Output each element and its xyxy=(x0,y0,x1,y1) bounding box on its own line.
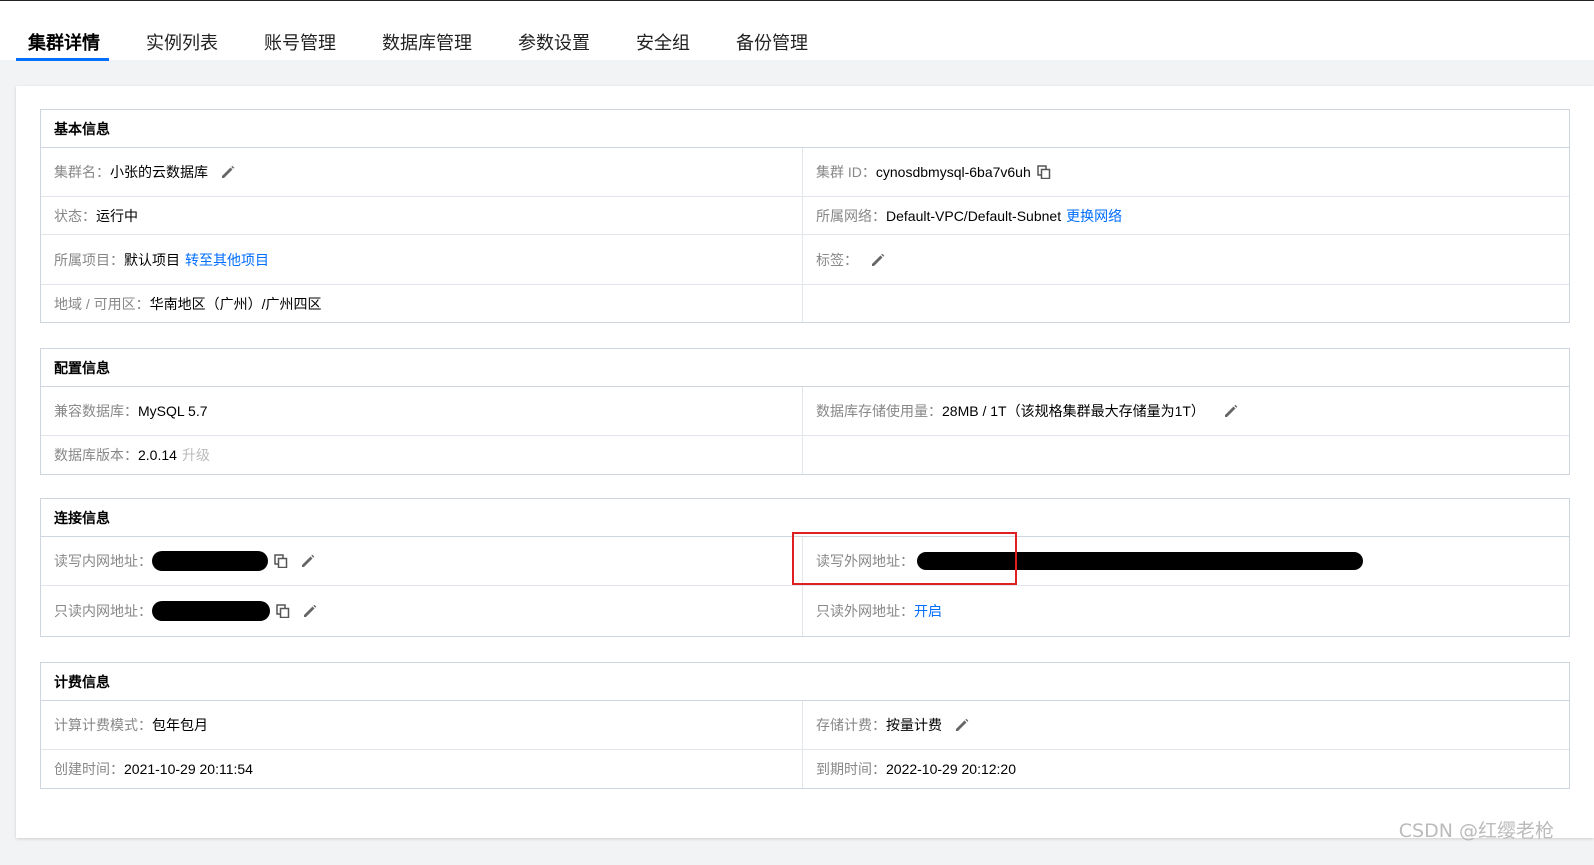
tab-backup-management[interactable]: 备份管理 xyxy=(736,29,808,55)
field-label: 所属项目： xyxy=(54,251,124,268)
tab-account-management[interactable]: 账号管理 xyxy=(264,29,336,55)
pencil-icon[interactable] xyxy=(870,252,886,268)
pencil-icon[interactable] xyxy=(1223,403,1239,419)
network-cell: 所属网络： Default-VPC/Default-Subnet 更换网络 xyxy=(803,197,1571,234)
section-title: 基本信息 xyxy=(41,110,1569,148)
redacted-value xyxy=(152,551,268,571)
pencil-icon[interactable] xyxy=(300,553,316,569)
field-label: 集群名： xyxy=(54,164,110,180)
tab-database-management[interactable]: 数据库管理 xyxy=(382,29,472,55)
cluster-id-cell: 集群 ID： cynosdbmysql-6ba7v6uh xyxy=(803,148,1571,196)
watermark: CSDN @红缨老枪 xyxy=(1398,820,1554,842)
move-project-link[interactable]: 转至其他项目 xyxy=(185,250,269,270)
tags-cell: 标签： xyxy=(803,235,1571,284)
upgrade-link[interactable]: 升级 xyxy=(182,445,210,465)
detail-panel: 基本信息 集群名： 小张的云数据库 集群 ID： cynosdbmysql-6b… xyxy=(16,86,1594,838)
created-time-value: 2021-10-29 20:11:54 xyxy=(124,761,253,777)
db-version-cell: 数据库版本： 2.0.14 升级 xyxy=(41,436,803,474)
tab-security-group[interactable]: 安全组 xyxy=(636,29,690,55)
field-label: 计算计费模式： xyxy=(54,717,152,733)
copy-icon[interactable] xyxy=(1037,165,1051,180)
pencil-icon[interactable] xyxy=(954,717,970,733)
config-info-section: 配置信息 兼容数据库： MySQL 5.7 数据库存储使用量： 28MB / 1… xyxy=(40,348,1570,475)
compatible-db-value: MySQL 5.7 xyxy=(138,403,208,419)
ro-private-address-cell: 只读内网地址： xyxy=(41,586,803,636)
field-label: 只读外网地址： xyxy=(816,603,914,619)
status-cell: 状态： 运行中 xyxy=(41,197,803,234)
copy-icon[interactable] xyxy=(274,554,288,569)
field-label: 所属网络： xyxy=(816,207,886,224)
redacted-value xyxy=(152,601,270,621)
field-label: 创建时间： xyxy=(54,761,124,777)
enable-public-address-link[interactable]: 开启 xyxy=(914,601,942,621)
section-title: 计费信息 xyxy=(41,663,1569,701)
tab-bar: 集群详情 实例列表 账号管理 数据库管理 参数设置 安全组 备份管理 xyxy=(0,1,1594,61)
table-row: 地域 / 可用区： 华南地区（广州）/广州四区 xyxy=(41,285,1569,322)
storage-billing-value: 按量计费 xyxy=(886,717,942,733)
table-row: 创建时间： 2021-10-29 20:11:54 到期时间： 2022-10-… xyxy=(41,750,1569,788)
table-row: 数据库版本： 2.0.14 升级 xyxy=(41,436,1569,474)
ro-public-address-cell: 只读外网地址： 开启 xyxy=(803,586,1571,636)
field-label: 存储计费： xyxy=(816,717,886,733)
expire-time-value: 2022-10-29 20:12:20 xyxy=(886,761,1016,777)
billing-info-section: 计费信息 计算计费模式： 包年包月 存储计费： 按量计费 创建时间： 2021-… xyxy=(40,662,1570,789)
project-cell: 所属项目： 默认项目 转至其他项目 xyxy=(41,235,803,284)
field-label: 兼容数据库： xyxy=(54,403,138,419)
region-cell: 地域 / 可用区： 华南地区（广州）/广州四区 xyxy=(41,285,803,322)
field-label: 状态： xyxy=(54,207,96,224)
basic-info-section: 基本信息 集群名： 小张的云数据库 集群 ID： cynosdbmysql-6b… xyxy=(40,109,1570,323)
project-value: 默认项目 xyxy=(124,251,180,268)
storage-billing-cell: 存储计费： 按量计费 xyxy=(803,701,1571,749)
table-row: 只读内网地址： 只读外网地址： 开启 xyxy=(41,586,1569,636)
expire-time-cell: 到期时间： 2022-10-29 20:12:20 xyxy=(803,750,1571,788)
field-label: 数据库版本： xyxy=(54,447,138,463)
field-label: 读写外网地址： xyxy=(816,553,914,569)
field-label: 地域 / 可用区： xyxy=(54,295,150,312)
field-label: 只读内网地址： xyxy=(54,603,152,619)
cluster-name-value: 小张的云数据库 xyxy=(110,164,208,180)
storage-usage-cell: 数据库存储使用量： 28MB / 1T（该规格集群最大存储量为1T） xyxy=(803,387,1571,435)
compatible-db-cell: 兼容数据库： MySQL 5.7 xyxy=(41,387,803,435)
pencil-icon[interactable] xyxy=(220,164,236,180)
field-label: 标签： xyxy=(816,251,858,268)
tab-instance-list[interactable]: 实例列表 xyxy=(146,29,218,55)
section-title: 配置信息 xyxy=(41,349,1569,387)
db-version-value: 2.0.14 xyxy=(138,447,177,463)
tab-cluster-details[interactable]: 集群详情 xyxy=(28,29,100,55)
field-label: 数据库存储使用量： xyxy=(816,403,942,419)
cluster-name-cell: 集群名： 小张的云数据库 xyxy=(41,148,803,196)
created-time-cell: 创建时间： 2021-10-29 20:11:54 xyxy=(41,750,803,788)
copy-icon[interactable] xyxy=(276,604,290,619)
rw-private-address-cell: 读写内网地址： xyxy=(41,537,803,585)
region-value: 华南地区（广州）/广州四区 xyxy=(149,295,322,312)
network-value: Default-VPC/Default-Subnet xyxy=(886,207,1062,224)
active-tab-indicator xyxy=(16,58,109,61)
table-row: 所属项目： 默认项目 转至其他项目 标签： xyxy=(41,235,1569,285)
compute-billing-cell: 计算计费模式： 包年包月 xyxy=(41,701,803,749)
empty-cell xyxy=(803,285,1571,322)
redacted-value xyxy=(917,552,1363,570)
table-row: 状态： 运行中 所属网络： Default-VPC/Default-Subnet… xyxy=(41,197,1569,235)
cluster-id-value: cynosdbmysql-6ba7v6uh xyxy=(875,164,1031,180)
pencil-icon[interactable] xyxy=(302,603,318,619)
change-network-link[interactable]: 更换网络 xyxy=(1066,206,1122,226)
field-label: 读写内网地址： xyxy=(54,553,152,569)
section-title: 连接信息 xyxy=(41,499,1569,537)
field-label: 到期时间： xyxy=(816,761,886,777)
tab-parameter-settings[interactable]: 参数设置 xyxy=(518,29,590,55)
table-row: 读写内网地址： 读写外网地址： xyxy=(41,537,1569,586)
empty-cell xyxy=(803,436,1571,474)
table-row: 计算计费模式： 包年包月 存储计费： 按量计费 xyxy=(41,701,1569,750)
table-row: 集群名： 小张的云数据库 集群 ID： cynosdbmysql-6ba7v6u… xyxy=(41,148,1569,197)
storage-usage-value: 28MB / 1T（该规格集群最大存储量为1T） xyxy=(942,403,1205,419)
rw-public-address-cell: 读写外网地址： xyxy=(803,537,1571,585)
status-value: 运行中 xyxy=(96,207,138,224)
field-label: 集群 ID： xyxy=(816,164,876,180)
connection-info-section: 连接信息 读写内网地址： 读写外网地址： 只读内网地址： 只读外网地址： 开启 xyxy=(40,498,1570,637)
table-row: 兼容数据库： MySQL 5.7 数据库存储使用量： 28MB / 1T（该规格… xyxy=(41,387,1569,436)
compute-billing-value: 包年包月 xyxy=(152,717,208,733)
